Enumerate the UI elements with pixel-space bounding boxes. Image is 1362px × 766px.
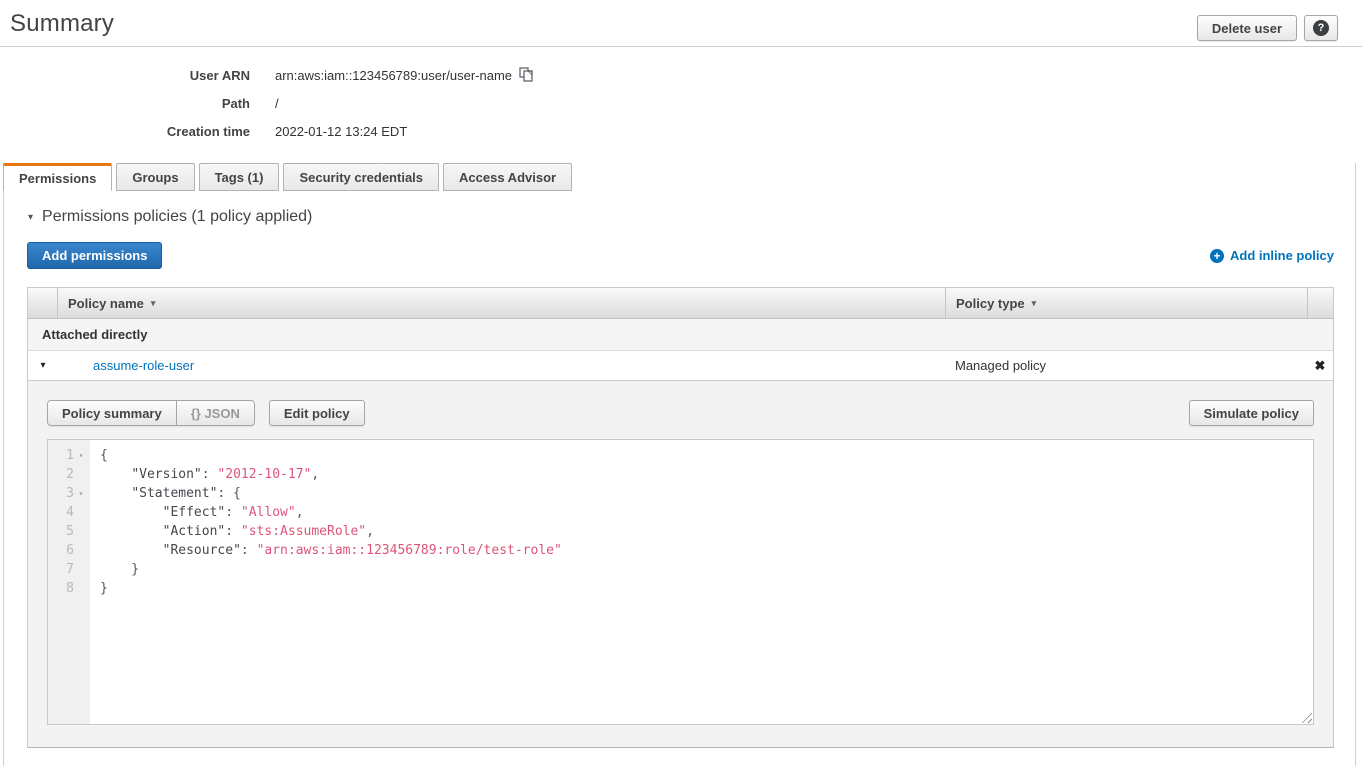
code-line: "Effect": "Allow",	[100, 503, 1313, 522]
help-button[interactable]: ?	[1304, 15, 1338, 41]
tab-security-credentials[interactable]: Security credentials	[283, 163, 439, 191]
policy-table-header: Policy name ▾ Policy type ▾	[28, 288, 1333, 319]
code-line: {	[100, 446, 1313, 465]
fold-caret-icon	[74, 579, 88, 598]
permissions-tab-content: ▾ Permissions policies (1 policy applied…	[4, 191, 1355, 766]
code-line: }	[100, 579, 1313, 598]
policy-type-value: Managed policy	[945, 358, 1307, 373]
policy-type-column-header[interactable]: Policy type ▾	[945, 288, 1307, 318]
json-view-button[interactable]: {} JSON	[177, 400, 255, 426]
creation-time-value: 2022-01-12 13:24 EDT	[275, 124, 407, 139]
expander-column-header	[28, 288, 58, 318]
actions-column-header	[1307, 288, 1333, 318]
fold-caret-icon	[74, 522, 88, 541]
gutter-line: 4	[48, 503, 90, 522]
add-permissions-button[interactable]: Add permissions	[27, 242, 162, 269]
tab-groups[interactable]: Groups	[116, 163, 194, 191]
tab-access-advisor[interactable]: Access Advisor	[443, 163, 572, 191]
user-arn-row: User ARN arn:aws:iam::123456789:user/use…	[0, 61, 1362, 89]
section-collapse-caret-icon[interactable]: ▾	[28, 212, 33, 223]
policy-name-link[interactable]: assume-role-user	[93, 358, 194, 373]
detach-policy-x-icon[interactable]: ✖	[1307, 358, 1333, 374]
permissions-policies-section-header[interactable]: ▾ Permissions policies (1 policy applied…	[28, 208, 1334, 226]
fold-caret-icon	[74, 560, 88, 579]
policy-row: ▾ assume-role-user Managed policy ✖	[28, 351, 1333, 381]
tabs-row: Permissions Groups Tags (1) Security cre…	[3, 163, 1355, 191]
tab-permissions[interactable]: Permissions	[3, 163, 112, 191]
user-arn-label: User ARN	[0, 68, 250, 83]
fold-caret-icon	[74, 465, 88, 484]
attached-directly-group-row: Attached directly	[28, 319, 1333, 351]
editor-code[interactable]: { "Version": "2012-10-17", "Statement": …	[90, 440, 1313, 724]
delete-user-button[interactable]: Delete user	[1197, 15, 1297, 41]
path-row: Path /	[0, 89, 1362, 117]
sort-caret-icon: ▾	[151, 298, 156, 309]
plus-circle-icon: +	[1210, 249, 1224, 263]
add-inline-policy-link[interactable]: + Add inline policy	[1210, 248, 1334, 263]
row-expand-caret-icon[interactable]: ▾	[28, 360, 58, 371]
fold-caret-icon[interactable]: ▾	[74, 484, 88, 503]
creation-time-row: Creation time 2022-01-12 13:24 EDT	[0, 117, 1362, 145]
policy-table: Policy name ▾ Policy type ▾ Attached dir…	[27, 287, 1334, 748]
copy-icon[interactable]	[519, 67, 534, 85]
page-title: Summary	[10, 10, 114, 38]
gutter-line: 1▾	[48, 446, 90, 465]
sort-caret-icon: ▾	[1032, 298, 1037, 309]
policy-detail-buttons: Policy summary {} JSON Edit policy Simul…	[47, 400, 1314, 426]
simulate-policy-button[interactable]: Simulate policy	[1189, 400, 1314, 426]
gutter-line: 3▾	[48, 484, 90, 503]
fold-caret-icon[interactable]: ▾	[74, 446, 88, 465]
creation-time-label: Creation time	[0, 124, 250, 139]
user-info-block: User ARN arn:aws:iam::123456789:user/use…	[0, 47, 1362, 149]
policy-name-column-header[interactable]: Policy name ▾	[58, 288, 945, 318]
policy-actions-row: Add permissions + Add inline policy	[27, 242, 1334, 269]
gutter-line: 8	[48, 579, 90, 598]
page-header: Summary Delete user ?	[0, 0, 1362, 47]
fold-caret-icon	[74, 503, 88, 522]
gutter-line: 7	[48, 560, 90, 579]
code-line: }	[100, 560, 1313, 579]
code-line: "Action": "sts:AssumeRole",	[100, 522, 1313, 541]
policy-summary-button[interactable]: Policy summary	[47, 400, 177, 426]
edit-policy-button[interactable]: Edit policy	[269, 400, 365, 426]
fold-caret-icon	[74, 541, 88, 560]
gutter-line: 6	[48, 541, 90, 560]
code-line: "Version": "2012-10-17",	[100, 465, 1313, 484]
editor-gutter: 1▾23▾45678	[48, 440, 90, 724]
header-actions: Delete user ?	[1197, 15, 1338, 41]
iam-user-summary-page: Summary Delete user ? User ARN arn:aws:i…	[0, 0, 1362, 766]
gutter-line: 5	[48, 522, 90, 541]
path-value: /	[275, 96, 279, 111]
help-icon: ?	[1313, 20, 1329, 36]
section-title: Permissions policies (1 policy applied)	[42, 208, 312, 226]
code-line: "Statement": {	[100, 484, 1313, 503]
policy-detail-panel: Policy summary {} JSON Edit policy Simul…	[28, 381, 1333, 748]
tab-tags[interactable]: Tags (1)	[199, 163, 280, 191]
user-arn-value: arn:aws:iam::123456789:user/user-name	[275, 68, 512, 83]
gutter-line: 2	[48, 465, 90, 484]
path-label: Path	[0, 96, 250, 111]
policy-json-editor[interactable]: 1▾23▾45678 { "Version": "2012-10-17", "S…	[47, 439, 1314, 725]
tab-panel: Permissions Groups Tags (1) Security cre…	[3, 163, 1356, 766]
code-line: "Resource": "arn:aws:iam::123456789:role…	[100, 541, 1313, 560]
